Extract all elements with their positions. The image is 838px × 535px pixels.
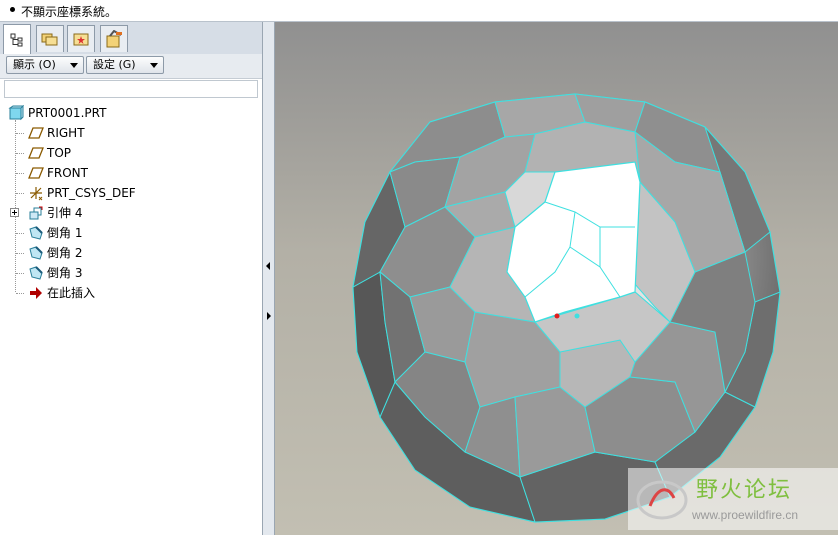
datum-plane-icon — [28, 167, 44, 179]
tree-item-label: 倒角 1 — [47, 226, 83, 240]
tree-item-label: 在此插入 — [47, 286, 96, 300]
expand-plus-icon[interactable] — [10, 208, 19, 217]
tree-connector — [16, 133, 24, 134]
folder-browser-tab[interactable] — [36, 25, 64, 52]
settings-menu-button[interactable]: 設定 (G) — [86, 56, 164, 74]
datum-plane-icon — [28, 127, 44, 139]
tree-connector — [16, 193, 24, 194]
chamfer-icon — [29, 266, 43, 280]
favorites-tab[interactable] — [67, 25, 95, 52]
graphics-viewport[interactable]: 野火论坛 www.proewildfire.cn — [275, 22, 838, 535]
model-render — [352, 93, 781, 523]
tree-item-label: RIGHT — [47, 126, 85, 140]
chamfer-icon — [29, 246, 43, 260]
tree-connector — [16, 153, 24, 154]
tree-item-label: 倒角 3 — [47, 266, 83, 280]
tree-filter-field[interactable] — [4, 80, 258, 98]
message-text: 不顯示座標系統。 — [21, 5, 118, 19]
model-tree-tab[interactable] — [3, 24, 31, 54]
vertex-marker-red — [554, 313, 560, 319]
vertex-marker-cyan — [574, 313, 580, 319]
tree-connector — [16, 293, 24, 294]
tree-item-label: 倒角 2 — [47, 246, 83, 260]
tree-connector — [16, 173, 24, 174]
message-bullet-icon — [10, 7, 15, 12]
navigator-tabs — [0, 22, 262, 54]
collapse-left-arrow-icon[interactable] — [265, 260, 272, 272]
tree-connector — [15, 120, 16, 292]
model-tree-icon — [10, 33, 23, 46]
connections-tab[interactable] — [100, 25, 128, 52]
favorites-icon — [73, 33, 89, 46]
message-bar: 不顯示座標系統。 — [0, 0, 838, 22]
tree-connector — [16, 233, 24, 234]
tree-root-label: PRT0001.PRT — [28, 106, 107, 120]
tree-item-label: FRONT — [47, 166, 88, 180]
show-menu-button[interactable]: 顯示 (O) — [6, 56, 84, 74]
tree-connector — [16, 273, 24, 274]
watermark-logo-icon — [636, 480, 688, 520]
navigator-panel: 顯示 (O) 設定 (G) PRT0001.PRT RIGHT TOP FRON… — [0, 22, 263, 535]
navigator-toolbar: 顯示 (O) 設定 (G) — [0, 54, 262, 79]
csys-icon — [30, 187, 43, 201]
extrude-icon — [29, 206, 43, 220]
watermark: 野火论坛 www.proewildfire.cn — [628, 468, 838, 530]
tree-item-label: PRT_CSYS_DEF — [47, 186, 136, 200]
connections-icon — [106, 30, 122, 48]
settings-menu-label: 設定 (G) — [93, 58, 136, 71]
chevron-down-icon — [150, 63, 158, 68]
tree-item-label: TOP — [47, 146, 72, 160]
part-icon — [8, 105, 24, 121]
show-menu-label: 顯示 (O) — [13, 58, 56, 71]
chamfer-icon — [29, 226, 43, 240]
folder-browser-icon — [41, 33, 58, 46]
panel-splitter[interactable] — [263, 22, 275, 535]
chevron-down-icon — [70, 63, 78, 68]
watermark-title: 野火论坛 — [696, 478, 793, 503]
expand-right-arrow-icon[interactable] — [265, 310, 272, 322]
insert-here-arrow-icon — [30, 287, 42, 299]
datum-plane-icon — [28, 147, 44, 159]
watermark-url: www.proewildfire.cn — [692, 508, 799, 522]
tree-connector — [16, 253, 24, 254]
tree-item-label: 引伸 4 — [47, 206, 83, 220]
